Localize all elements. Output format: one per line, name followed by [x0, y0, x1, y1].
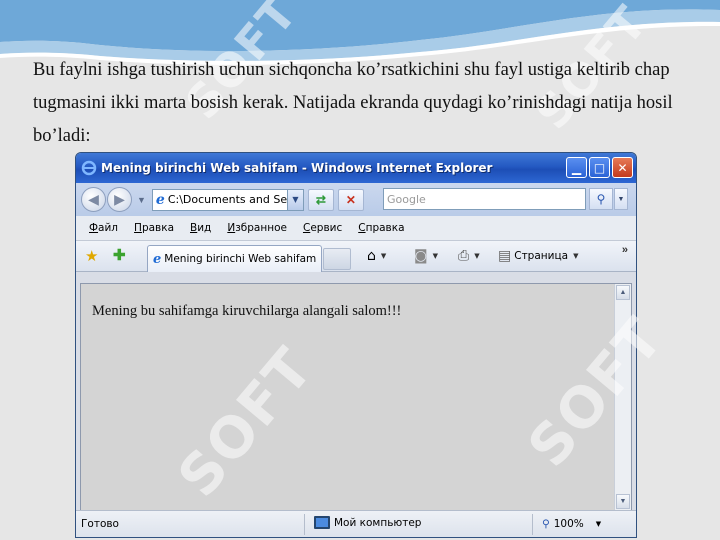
computer-icon — [314, 516, 330, 529]
menu-edit[interactable]: Правка — [134, 222, 174, 234]
back-button[interactable]: ◀ — [81, 187, 106, 212]
page-content-text: Mening bu sahifamga kiruvchilarga alanga… — [92, 303, 402, 319]
zone-label: Мой компьютер — [334, 516, 422, 529]
print-dropdown-icon[interactable]: ▼ — [474, 252, 479, 260]
scroll-up-arrow-icon[interactable]: ▲ — [616, 285, 630, 300]
minimize-button[interactable]: ▁ — [566, 157, 587, 178]
page-icon: ▤ — [498, 248, 512, 264]
home-button[interactable]: ⌂ ▼ — [367, 248, 386, 264]
status-text: Готово — [81, 518, 119, 530]
search-icon: ⚲ — [596, 192, 606, 206]
address-url: C:\Documents and Se — [167, 193, 288, 206]
new-tab-button[interactable] — [323, 248, 351, 270]
menu-tools[interactable]: Сервис — [303, 222, 342, 234]
title-bar[interactable]: Mening birinchi Web sahifam - Windows In… — [76, 153, 636, 183]
address-toolbar: ◀ ▶ ▼ e C:\Documents and Se ▼ ⇄ ✕ Google… — [76, 183, 636, 216]
zoom-control[interactable]: ⚲ 100% ▼ — [542, 518, 601, 530]
address-input[interactable]: e C:\Documents and Se ▼ — [151, 188, 304, 211]
status-divider — [532, 514, 533, 535]
search-input[interactable]: Google — [383, 188, 586, 210]
scroll-down-arrow-icon[interactable]: ▼ — [616, 494, 630, 509]
back-arrow-icon: ◀ — [88, 191, 99, 207]
more-tools-chevron-icon[interactable]: » — [622, 244, 628, 256]
ie-window: Mening birinchi Web sahifam - Windows In… — [75, 152, 637, 538]
menu-view[interactable]: Вид — [190, 222, 211, 234]
refresh-button[interactable]: ⇄ — [307, 188, 334, 211]
zoom-magnifier-icon: ⚲ — [542, 518, 550, 530]
zoom-level: 100% — [553, 518, 584, 530]
rss-feed-icon: ◙ — [414, 248, 428, 264]
maximize-button[interactable]: □ — [589, 157, 610, 178]
tab-bar: ★ ✚ e Mening birinchi Web sahifam ⌂ ▼ ◙ ▼ … — [76, 241, 636, 272]
stop-button[interactable]: ✕ — [337, 188, 364, 211]
printer-icon: ⎙ — [458, 248, 470, 264]
favorites-star-icon[interactable]: ★ — [85, 247, 98, 265]
zoom-dropdown-icon[interactable]: ▼ — [596, 520, 601, 528]
security-zone[interactable]: Мой компьютер — [314, 516, 421, 529]
ie-logo-icon — [81, 160, 97, 176]
slide-paragraph: Bu faylni ishga tushirish uchun sichqonc… — [33, 60, 673, 146]
refresh-icon: ⇄ — [315, 192, 326, 207]
search-options-dropdown-icon[interactable]: ▼ — [614, 188, 628, 210]
recent-pages-dropdown-icon[interactable]: ▼ — [137, 195, 146, 205]
stop-icon: ✕ — [345, 192, 356, 207]
menu-bar: Файл Правка Вид Избранное Сервис Справка — [76, 216, 636, 241]
ie-page-icon: e — [153, 251, 162, 267]
status-bar: Готово Мой компьютер ⚲ 100% ▼ — [76, 510, 636, 537]
feeds-dropdown-icon[interactable]: ▼ — [433, 252, 438, 260]
add-favorite-icon[interactable]: ✚ — [113, 246, 126, 264]
menu-file[interactable]: Файл — [89, 222, 118, 234]
window-controls: ▁ □ ✕ — [566, 157, 633, 178]
page-menu-label: Страница — [514, 250, 569, 262]
print-button[interactable]: ⎙ ▼ — [458, 248, 480, 264]
page-content: Mening bu sahifamga kiruvchilarga alanga… — [80, 283, 632, 511]
search-button[interactable]: ⚲ — [589, 188, 613, 210]
page-menu-button[interactable]: ▤ Страница ▼ — [498, 248, 578, 264]
home-dropdown-icon[interactable]: ▼ — [381, 252, 386, 260]
window-title: Mening birinchi Web sahifam - Windows In… — [101, 161, 493, 175]
page-menu-dropdown-icon: ▼ — [573, 252, 579, 260]
vertical-scrollbar[interactable]: ▲ ▼ — [614, 284, 631, 510]
ie-page-icon: e — [155, 191, 165, 208]
tab-label: Mening birinchi Web sahifam — [164, 253, 317, 265]
close-button[interactable]: ✕ — [612, 157, 633, 178]
forward-button[interactable]: ▶ — [107, 187, 132, 212]
home-icon: ⌂ — [367, 248, 376, 264]
status-divider — [304, 514, 305, 535]
menu-favorites[interactable]: Избранное — [227, 222, 287, 234]
menu-help[interactable]: Справка — [358, 222, 404, 234]
address-dropdown-icon[interactable]: ▼ — [286, 189, 303, 210]
tab-active[interactable]: e Mening birinchi Web sahifam — [147, 245, 322, 272]
search-placeholder: Google — [387, 192, 426, 206]
feeds-button[interactable]: ◙ ▼ — [414, 248, 438, 264]
forward-arrow-icon: ▶ — [114, 191, 125, 207]
